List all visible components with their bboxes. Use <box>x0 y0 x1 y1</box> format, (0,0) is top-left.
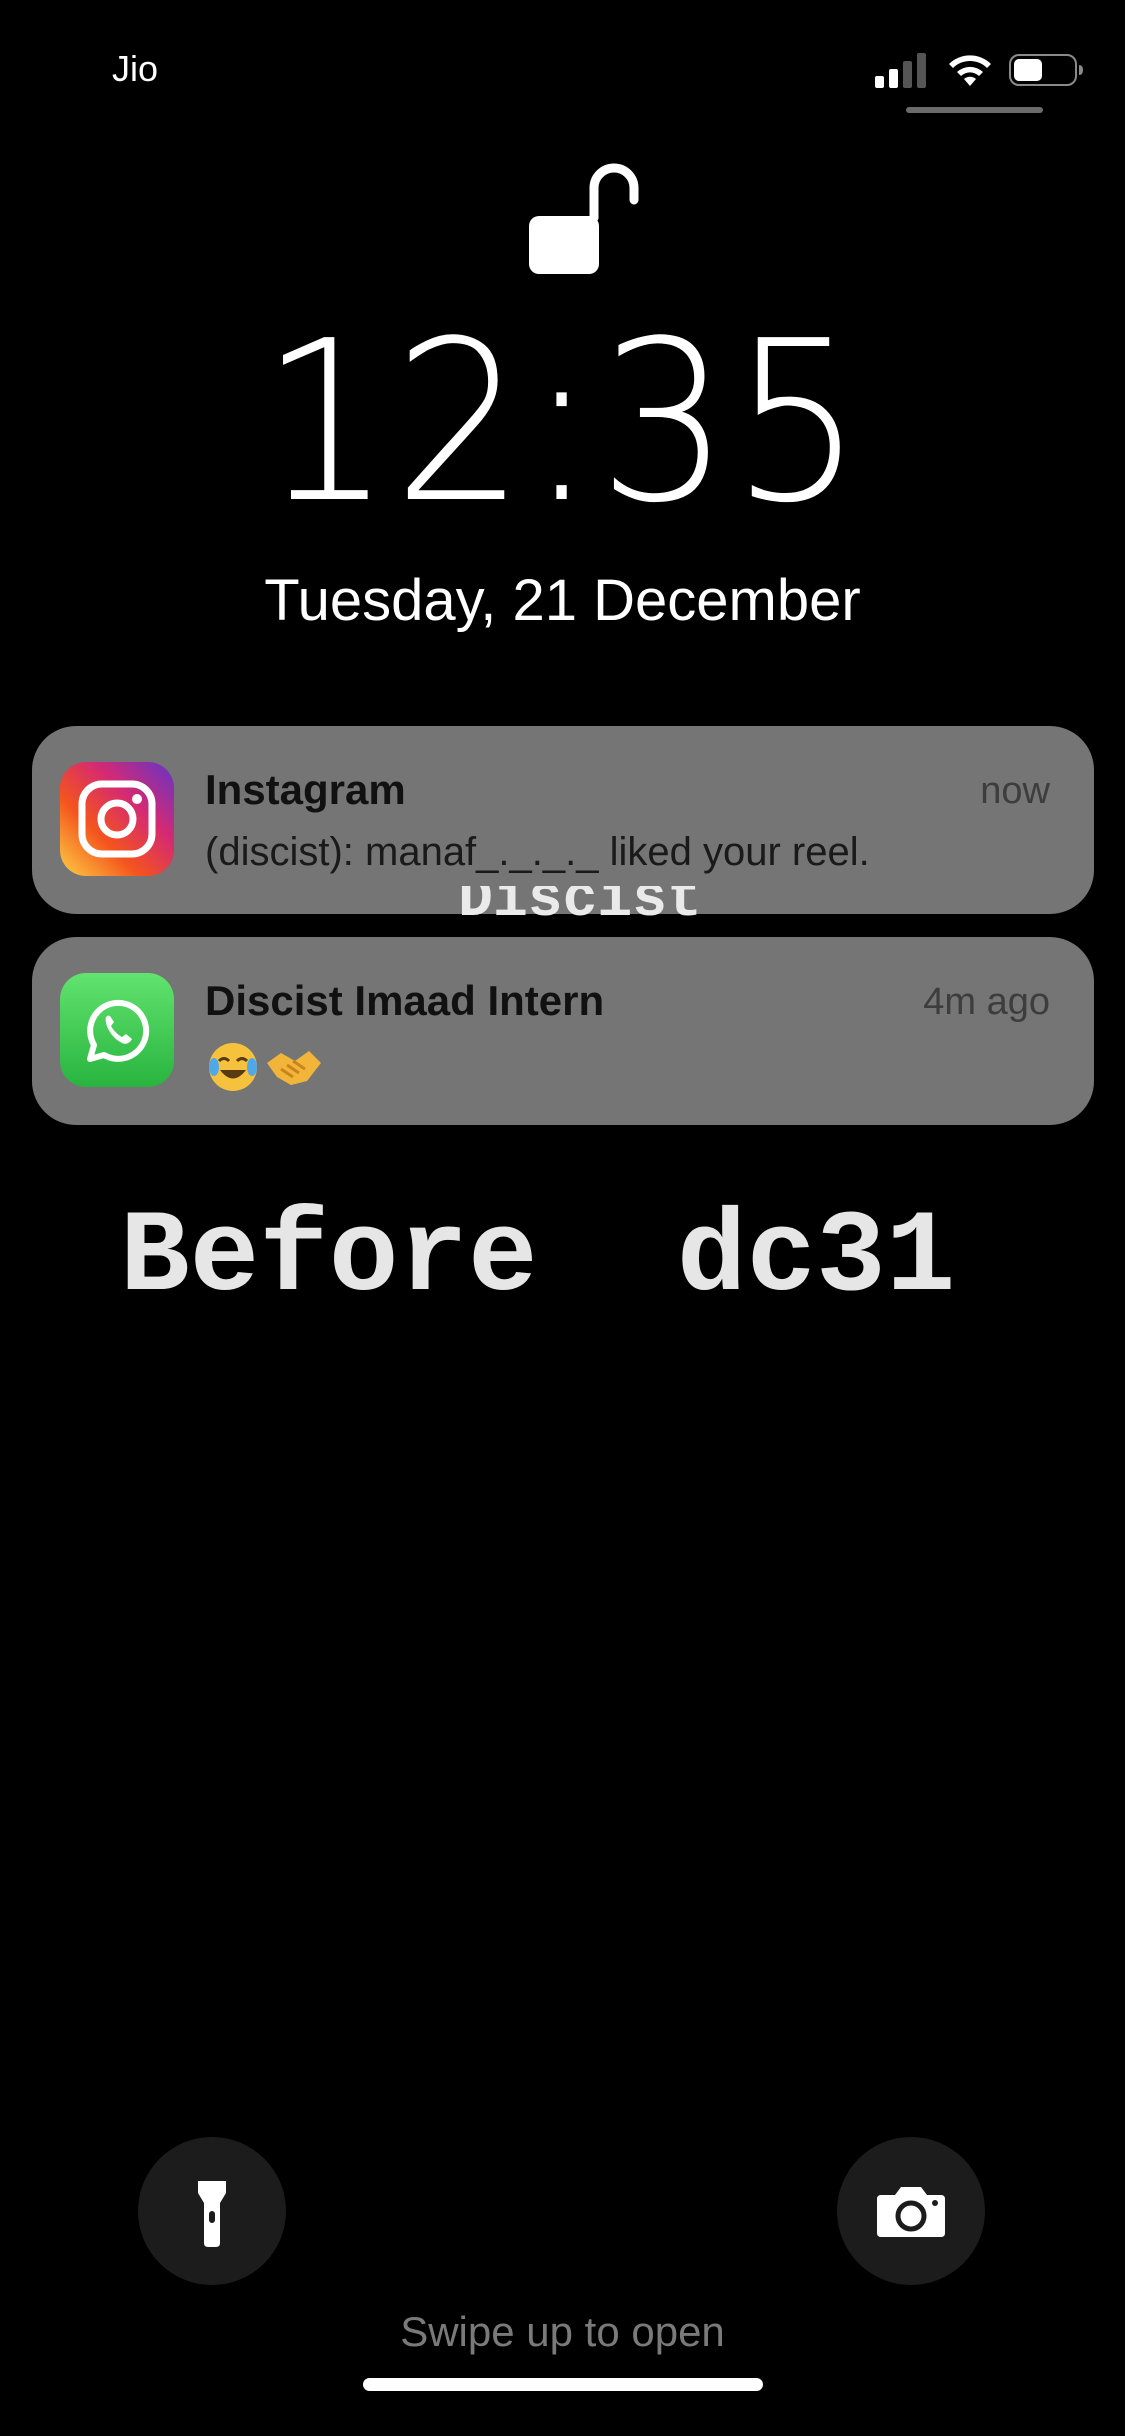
cellular-signal-icon <box>875 53 926 88</box>
notification-whatsapp[interactable]: Discist Imaad Intern 4m ago 😂🤝 <box>32 937 1094 1125</box>
lock-screen-time: 12:35 <box>260 294 865 552</box>
battery-icon <box>1009 54 1083 86</box>
instagram-icon <box>60 762 174 876</box>
unlocked-padlock-icon <box>529 163 639 274</box>
wifi-icon <box>949 55 991 86</box>
whatsapp-icon <box>60 973 174 1087</box>
overlay-watermark-large: Before dc31 <box>120 1192 956 1324</box>
home-indicator[interactable] <box>363 2378 763 2391</box>
notification-body: 😂🤝 <box>205 1039 325 1095</box>
notification-body: (discist): manaf_._._._ liked your reel. <box>205 830 870 874</box>
status-icons <box>875 50 1085 90</box>
lock-screen-date: Tuesday, 21 December <box>264 568 861 633</box>
overlay-watermark-small: Discist <box>458 886 702 933</box>
camera-icon <box>877 2187 945 2237</box>
flashlight-icon <box>198 2181 226 2247</box>
notification-time: 4m ago <box>923 981 1050 1023</box>
notification-title: Discist Imaad Intern <box>205 977 605 1024</box>
tears-of-joy-emoji <box>209 1043 257 1091</box>
carrier-name: Jio <box>112 48 159 89</box>
camera-button[interactable] <box>837 2137 985 2285</box>
notification-time: now <box>980 770 1050 812</box>
handshake-emoji <box>267 1051 321 1085</box>
swipe-up-hint: Swipe up to open <box>400 2308 725 2355</box>
flashlight-button[interactable] <box>138 2137 286 2285</box>
control-center-grabber[interactable] <box>906 107 1043 113</box>
notification-title: Instagram <box>205 766 406 813</box>
